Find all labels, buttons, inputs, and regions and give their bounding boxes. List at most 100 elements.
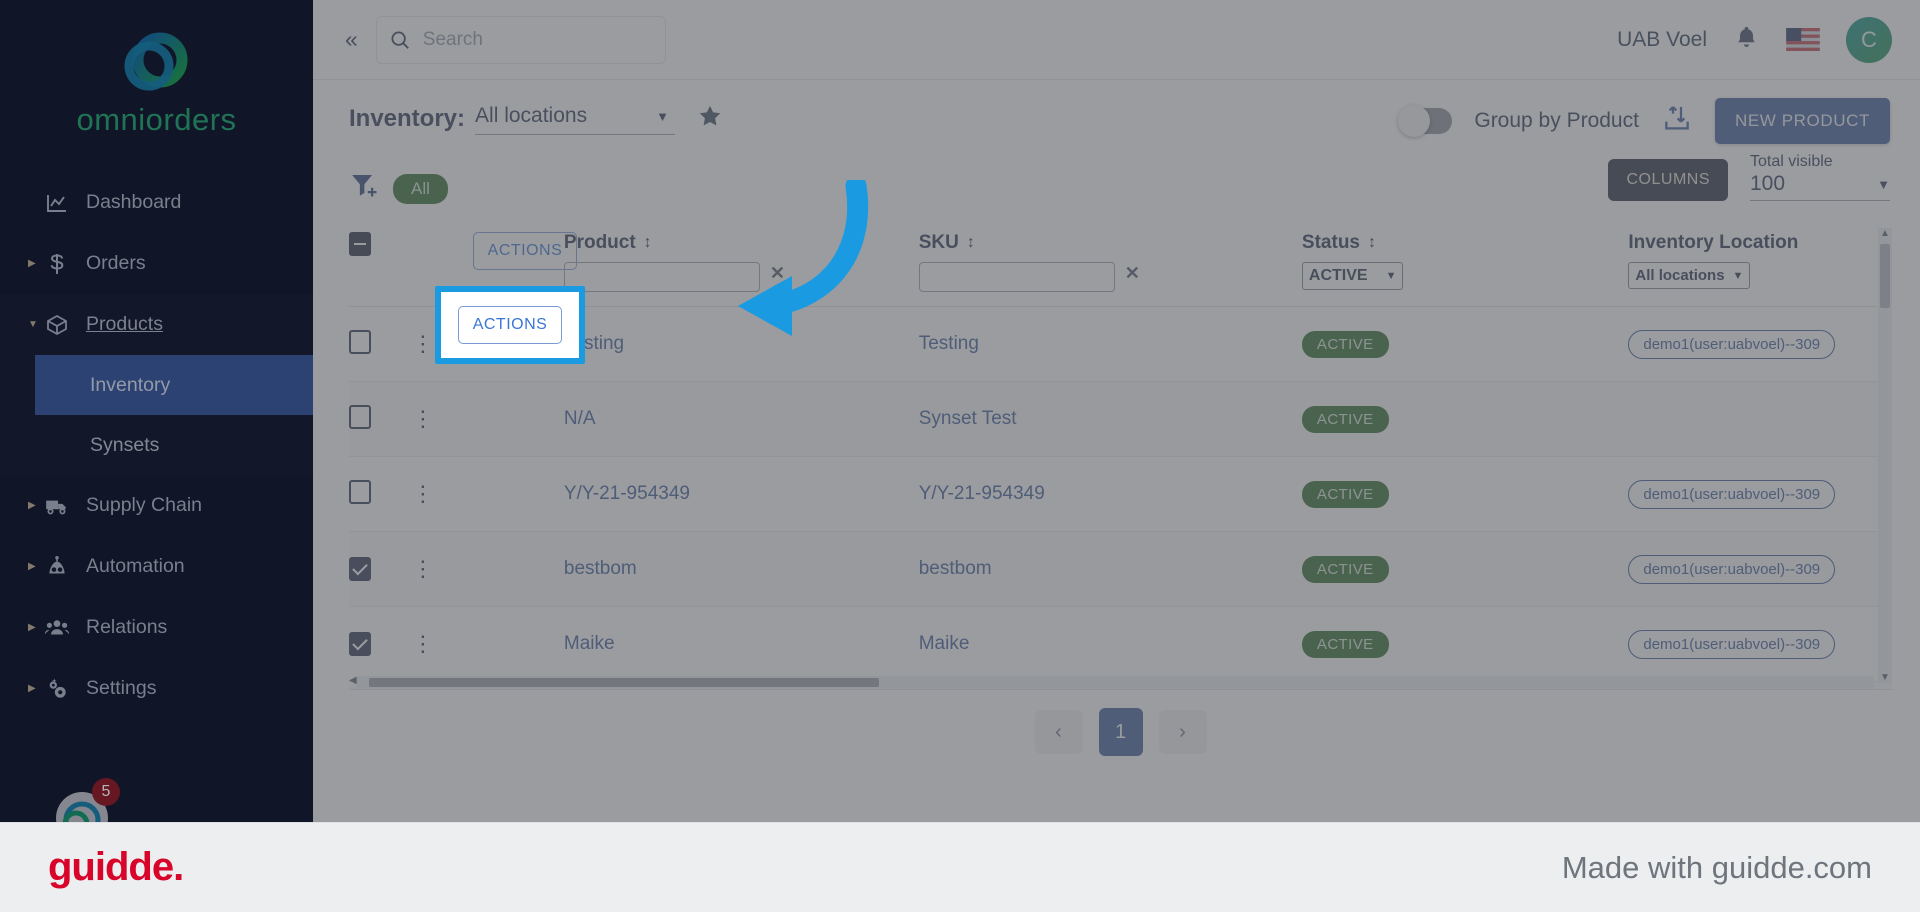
sort-icon[interactable]: ↕	[644, 234, 652, 252]
row-checkbox[interactable]	[349, 404, 371, 429]
search-input[interactable]	[422, 28, 653, 51]
sidebar-item-orders[interactable]: ▶ Orders	[0, 233, 313, 294]
group-by-product-label: Group by Product	[1474, 109, 1639, 132]
row-checkbox[interactable]	[349, 557, 371, 581]
sidebar-item-inventory[interactable]: Inventory	[35, 355, 313, 415]
sort-icon[interactable]: ↕	[1368, 234, 1376, 252]
group-by-product-toggle[interactable]	[1398, 105, 1453, 137]
star-icon[interactable]	[697, 103, 723, 134]
pagination-next-button[interactable]: ›	[1158, 710, 1207, 754]
vertical-scroll-thumb[interactable]	[1880, 244, 1890, 308]
brand-logo[interactable]: omniorders	[0, 0, 313, 138]
more-vertical-icon[interactable]: ⋮	[411, 531, 473, 607]
table-row[interactable]: ⋮ Y/Y-21-954349 Y/Y-21-954349 ACTIVE dem…	[349, 456, 1892, 532]
cell-location	[1628, 381, 1892, 457]
sku-link[interactable]: Maike	[919, 633, 970, 654]
more-vertical-icon[interactable]: ⋮	[411, 381, 473, 457]
sidebar-item-automation[interactable]: ▶ Automation	[0, 536, 313, 597]
sku-filter-input[interactable]	[918, 262, 1115, 292]
filter-add-icon[interactable]	[349, 171, 379, 206]
avatar-with-badge[interactable]: 5	[50, 778, 120, 822]
location-chip[interactable]: demo1(user:uabvoel)--309	[1628, 329, 1836, 359]
gears-icon	[44, 676, 70, 702]
close-icon[interactable]: ✕	[770, 263, 785, 284]
location-chip[interactable]: demo1(user:uabvoel)--309	[1628, 479, 1836, 509]
horizontal-scrollbar[interactable]: ◀	[349, 675, 1874, 689]
scroll-up-icon[interactable]: ▲	[1880, 228, 1890, 239]
more-vertical-icon[interactable]: ⋮	[411, 606, 473, 682]
us-flag-icon[interactable]	[1786, 28, 1820, 51]
sidebar-nav: Dashboard ▶ Orders ▼ Products Inventory …	[0, 172, 313, 719]
product-filter-input[interactable]	[563, 262, 760, 292]
search-icon	[389, 29, 411, 51]
product-link[interactable]: Y/Y-21-954349	[564, 483, 690, 504]
sidebar-item-products[interactable]: ▼ Products	[0, 294, 313, 355]
columns-button[interactable]: COLUMNS	[1608, 159, 1728, 201]
sku-link[interactable]: Testing	[919, 333, 979, 354]
location-select[interactable]: All locations ▼	[475, 102, 676, 135]
new-product-button[interactable]: NEW PRODUCT	[1714, 98, 1890, 144]
location-filter-select[interactable]: All locations ▼	[1628, 262, 1751, 289]
cell-sku: Y/Y-21-954349	[918, 456, 1302, 532]
product-link[interactable]: Maike	[564, 633, 615, 654]
sku-link[interactable]: Y/Y-21-954349	[919, 483, 1045, 504]
sku-link[interactable]: bestbom	[919, 558, 992, 579]
product-link[interactable]: bestbom	[564, 558, 637, 579]
chevron-down-icon: ▼	[28, 318, 38, 330]
sidebar-item-label: Settings	[86, 677, 157, 699]
total-visible-select[interactable]: 100 ▼	[1750, 172, 1890, 201]
table-row[interactable]: ⋮ bestbom bestbom ACTIVE demo1(user:uabv…	[349, 531, 1892, 607]
horizontal-scroll-thumb[interactable]	[369, 678, 879, 687]
filter-chip-all[interactable]: All	[393, 173, 448, 204]
cell-product: bestbom	[563, 531, 919, 607]
bell-icon[interactable]	[1733, 24, 1760, 56]
row-checkbox[interactable]	[349, 329, 371, 354]
sidebar-collapse-button[interactable]: «	[335, 22, 368, 57]
scroll-down-icon[interactable]: ▼	[1880, 672, 1890, 683]
close-icon[interactable]: ✕	[1125, 263, 1140, 284]
row-checkbox[interactable]	[349, 479, 371, 504]
box-icon	[44, 312, 70, 338]
search-box[interactable]	[375, 15, 666, 64]
sidebar-group-products: ▼ Products Inventory Synsets	[0, 294, 313, 475]
location-filter-value: All locations	[1635, 267, 1725, 284]
cell-status: ACTIVE	[1301, 306, 1629, 382]
row-checkbox[interactable]	[349, 632, 371, 656]
pagination-page-1[interactable]: 1	[1098, 708, 1143, 756]
column-title: Product	[563, 232, 636, 253]
guidde-logo: guidde.	[48, 845, 184, 889]
actions-button-highlighted[interactable]: ACTIONS	[457, 306, 563, 344]
total-visible-group: Total visible 100 ▼	[1750, 153, 1890, 201]
sku-link[interactable]: Synset Test	[919, 408, 1017, 429]
more-vertical-icon[interactable]: ⋮	[411, 456, 473, 532]
user-avatar[interactable]: C	[1846, 16, 1892, 63]
location-chip[interactable]: demo1(user:uabvoel)--309	[1628, 554, 1836, 584]
header-product-title-row[interactable]: Product ↕	[564, 232, 919, 254]
sidebar-item-synsets[interactable]: Synsets	[0, 415, 313, 475]
sidebar-item-dashboard[interactable]: Dashboard	[0, 172, 313, 233]
location-select-value: All locations	[475, 104, 588, 127]
header-sku: SKU ↕ ✕	[918, 220, 1302, 307]
guidde-footer: guidde. Made with guidde.com	[0, 822, 1920, 912]
sort-icon[interactable]: ↕	[967, 234, 975, 252]
topbar-right-group: UAB Voel C	[1617, 16, 1892, 63]
sidebar-item-settings[interactable]: ▶ Settings	[0, 658, 313, 719]
vertical-scrollbar[interactable]: ▲ ▼	[1878, 228, 1892, 683]
header-sku-title-row[interactable]: SKU ↕	[919, 232, 1302, 254]
cell-status: ACTIVE	[1301, 381, 1629, 457]
product-link[interactable]: N/A	[564, 408, 596, 429]
organization-name: UAB Voel	[1617, 27, 1707, 51]
actions-button[interactable]: ACTIONS	[472, 232, 578, 270]
header-status-title-row[interactable]: Status ↕	[1302, 232, 1628, 254]
sidebar-item-relations[interactable]: ▶ Relations	[0, 597, 313, 658]
import-export-icon[interactable]	[1661, 103, 1693, 140]
table-row[interactable]: ⋮ N/A Synset Test ACTIVE	[349, 381, 1892, 457]
sidebar-item-supply-chain[interactable]: ▶ Supply Chain	[0, 475, 313, 536]
table-row[interactable]: ⋮ Maike Maike ACTIVE demo1(user:uabvoel)…	[349, 606, 1892, 682]
sidebar-bottom-avatar[interactable]: 5	[0, 778, 313, 822]
select-all-checkbox[interactable]	[349, 232, 371, 256]
location-chip[interactable]: demo1(user:uabvoel)--309	[1628, 629, 1836, 659]
pagination-prev-button[interactable]: ‹	[1034, 710, 1083, 754]
status-filter-select[interactable]: ACTIVE ▼	[1301, 262, 1404, 290]
scroll-left-icon[interactable]: ◀	[349, 675, 357, 686]
